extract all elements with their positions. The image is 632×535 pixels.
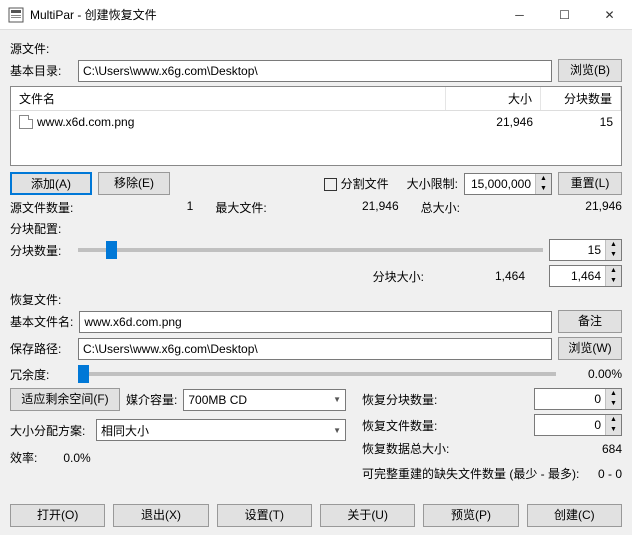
total-size-label: 总大小: <box>421 199 491 216</box>
size-dist-select[interactable]: 相同大小▼ <box>96 419 346 441</box>
file-row[interactable]: www.x6d.com.png 21,946 15 <box>11 111 621 133</box>
close-button[interactable]: ✕ <box>587 0 632 30</box>
base-dir-label: 基本目录: <box>10 62 72 79</box>
create-button[interactable]: 创建(C) <box>527 504 622 527</box>
redundancy-value: 0.00% <box>562 367 622 381</box>
chevron-up-icon[interactable]: ▲ <box>606 415 621 425</box>
chevron-up-icon[interactable]: ▲ <box>536 174 551 184</box>
size-dist-label: 大小分配方案: <box>10 422 90 439</box>
block-size-spinner[interactable]: ▲▼ <box>549 265 622 287</box>
chevron-down-icon: ▼ <box>333 426 341 435</box>
file-list-header: 文件名 大小 分块数量 <box>11 87 621 111</box>
recovery-section-label: 恢复文件: <box>10 291 622 308</box>
about-button[interactable]: 关于(U) <box>320 504 415 527</box>
file-blocks: 15 <box>541 115 621 129</box>
file-icon <box>19 115 33 129</box>
size-limit-spinner[interactable]: ▲▼ <box>464 173 552 195</box>
redundancy-slider[interactable] <box>78 364 556 384</box>
max-file-label: 最大文件: <box>215 199 285 216</box>
remove-button[interactable]: 移除(E) <box>98 172 170 195</box>
rec-total-value: 684 <box>602 442 622 456</box>
size-limit-label: 大小限制: <box>407 175 458 192</box>
rec-files-spinner[interactable]: ▲▼ <box>534 414 622 436</box>
rec-files-label: 恢复文件数量: <box>362 417 437 434</box>
block-size-left: 1,464 <box>430 269 525 283</box>
media-select[interactable]: 700MB CD▼ <box>183 389 346 411</box>
note-button[interactable]: 备注 <box>558 310 622 333</box>
minimize-button[interactable]: ─ <box>497 0 542 30</box>
file-size: 21,946 <box>446 115 541 129</box>
chevron-down-icon: ▼ <box>333 395 341 404</box>
chevron-down-icon[interactable]: ▼ <box>606 425 621 435</box>
title-bar: MultiPar - 创建恢复文件 ─ ☐ ✕ <box>0 0 632 30</box>
settings-button[interactable]: 设置(T) <box>217 504 312 527</box>
chevron-down-icon[interactable]: ▼ <box>606 276 621 286</box>
base-name-input[interactable] <box>79 311 552 333</box>
block-count-spinner[interactable]: ▲▼ <box>549 239 622 261</box>
source-count-label: 源文件数量: <box>10 199 80 216</box>
reset-button[interactable]: 重置(L) <box>558 172 622 195</box>
open-button[interactable]: 打开(O) <box>10 504 105 527</box>
save-path-label: 保存路径: <box>10 340 72 357</box>
chevron-up-icon[interactable]: ▲ <box>606 266 621 276</box>
fit-free-space-button[interactable]: 适应剩余空间(F) <box>10 388 120 411</box>
chevron-down-icon[interactable]: ▼ <box>536 184 551 194</box>
save-path-input[interactable] <box>78 338 552 360</box>
redundancy-label: 冗余度: <box>10 366 72 383</box>
total-size-value: 21,946 <box>491 199 622 216</box>
efficiency-label: 效率: <box>10 449 37 466</box>
block-count-label: 分块数量: <box>10 242 72 259</box>
add-button[interactable]: 添加(A) <box>10 172 92 195</box>
footer-buttons: 打开(O) 退出(X) 设置(T) 关于(U) 预览(P) 创建(C) <box>0 496 632 535</box>
block-count-slider[interactable] <box>78 240 543 260</box>
window-title: MultiPar - 创建恢复文件 <box>30 6 497 23</box>
browse-save-button[interactable]: 浏览(W) <box>558 337 622 360</box>
file-list[interactable]: 文件名 大小 分块数量 www.x6d.com.png 21,946 15 <box>10 86 622 166</box>
max-file-value: 21,946 <box>285 199 416 216</box>
preview-button[interactable]: 预览(P) <box>423 504 518 527</box>
rec-blocks-label: 恢复分块数量: <box>362 391 437 408</box>
source-count-value: 1 <box>80 199 211 216</box>
col-header-size[interactable]: 大小 <box>446 87 541 110</box>
rec-total-label: 恢复数据总大小: <box>362 440 449 457</box>
col-header-blocks[interactable]: 分块数量 <box>541 87 621 110</box>
maximize-button[interactable]: ☐ <box>542 0 587 30</box>
efficiency-value: 0.0% <box>63 451 90 465</box>
media-label: 媒介容量: <box>126 391 177 408</box>
chevron-down-icon[interactable]: ▼ <box>606 399 621 409</box>
split-file-checkbox[interactable]: 分割文件 <box>324 175 389 192</box>
file-name: www.x6d.com.png <box>37 115 134 129</box>
rebuild-value: 0 - 0 <box>598 467 622 481</box>
app-icon <box>8 7 24 23</box>
col-header-name[interactable]: 文件名 <box>11 87 446 110</box>
rebuild-label: 可完整重建的缺失文件数量 (最少 - 最多): <box>362 465 579 482</box>
base-dir-input[interactable] <box>78 60 552 82</box>
alloc-section-label: 分块配置: <box>10 220 622 237</box>
base-name-label: 基本文件名: <box>10 313 73 330</box>
block-size-label: 分块大小: <box>373 268 424 285</box>
browse-source-button[interactable]: 浏览(B) <box>558 59 622 82</box>
exit-button[interactable]: 退出(X) <box>113 504 208 527</box>
chevron-up-icon[interactable]: ▲ <box>606 240 621 250</box>
chevron-up-icon[interactable]: ▲ <box>606 389 621 399</box>
rec-blocks-spinner[interactable]: ▲▼ <box>534 388 622 410</box>
source-section-label: 源文件: <box>10 40 622 57</box>
chevron-down-icon[interactable]: ▼ <box>606 250 621 260</box>
